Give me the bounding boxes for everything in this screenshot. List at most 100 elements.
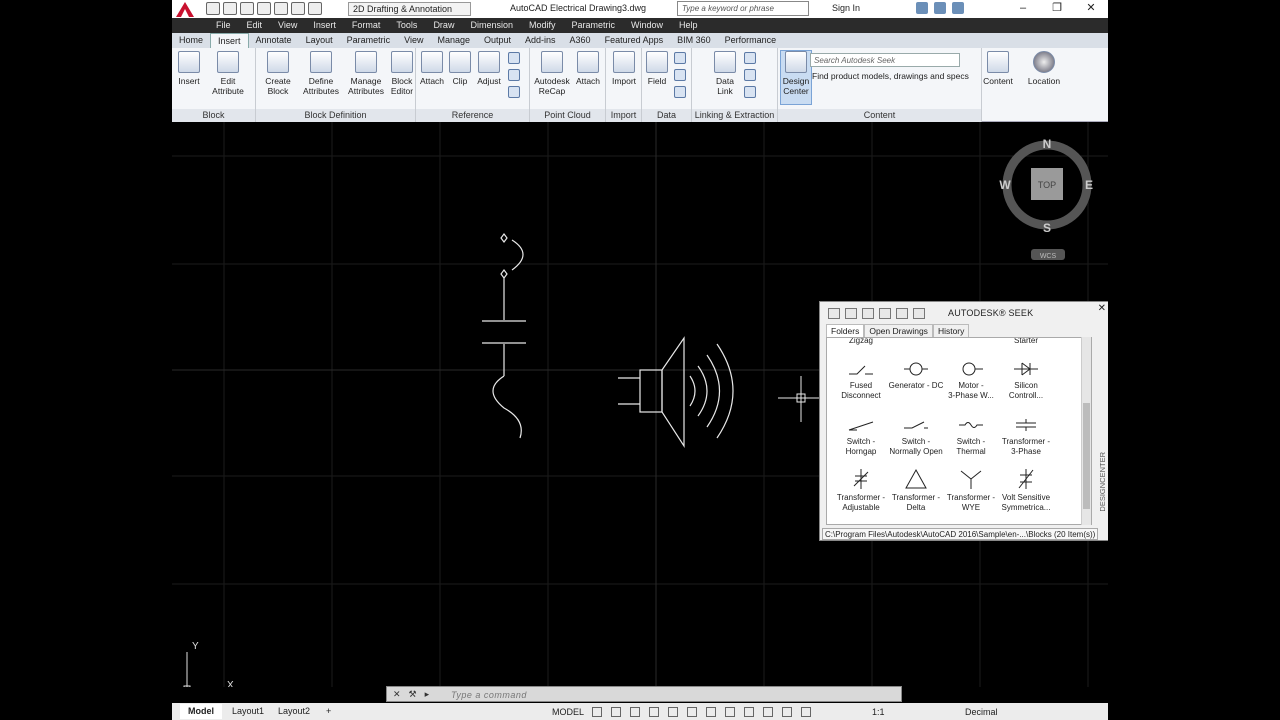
menu-draw[interactable]: Draw [425, 18, 462, 33]
close-icon[interactable]: ✕ [1074, 0, 1108, 18]
menu-format[interactable]: Format [344, 18, 389, 33]
tab-layout[interactable]: Layout [299, 33, 340, 48]
redo-icon[interactable] [308, 2, 322, 15]
dc-item-generator-dc[interactable]: Generator - DC [887, 360, 945, 391]
ortho-icon[interactable] [630, 707, 640, 717]
search-input[interactable]: Type a keyword or phrase [677, 1, 809, 16]
load-icon[interactable] [828, 307, 840, 319]
palette-close-icon[interactable]: ✕ [1098, 303, 1106, 314]
define-attributes-button[interactable]: Define Attributes [300, 51, 342, 96]
autodesk-seek-link[interactable]: AUTODESK® SEEK [948, 308, 1033, 318]
frames-icon[interactable] [508, 69, 520, 81]
new-icon[interactable] [206, 2, 220, 15]
design-center-button[interactable]: Design Center [780, 50, 812, 105]
data-link-button[interactable]: Data Link [712, 51, 738, 96]
customize-icon[interactable]: ⚒ [409, 689, 417, 700]
annotation-visibility-icon[interactable] [782, 707, 792, 717]
dc-item-silicon-controlled[interactable]: Silicon Controll... [997, 360, 1055, 400]
location-button[interactable]: Location [1024, 51, 1064, 86]
object-snap-tracking-icon[interactable] [687, 707, 697, 717]
dc-item-starter[interactable]: Starter [997, 338, 1055, 346]
lineweight-icon[interactable] [725, 707, 735, 717]
adjust-button[interactable]: Adjust [474, 51, 504, 86]
import-button[interactable]: Import [608, 51, 640, 86]
hyperlink-icon[interactable] [674, 86, 686, 98]
dc-item-fused-disconnect[interactable]: Fused Disconnect [832, 360, 890, 400]
workspace-dropdown[interactable]: 2D Drafting & Annotation [348, 2, 472, 16]
selection-cycling-icon[interactable] [763, 707, 773, 717]
search-icon[interactable] [896, 307, 908, 319]
save-icon[interactable] [240, 2, 254, 15]
tab-performance[interactable]: Performance [718, 33, 784, 48]
dc-item-transformer-adjustable[interactable]: Transformer - Adjustable [832, 468, 890, 512]
menu-parametric[interactable]: Parametric [564, 18, 624, 33]
add-layout-icon[interactable]: + [318, 704, 339, 719]
restore-icon[interactable]: ❐ [1040, 0, 1074, 18]
menu-help[interactable]: Help [671, 18, 706, 33]
manage-attributes-button[interactable]: Manage Attributes [344, 51, 388, 96]
grid-icon[interactable] [592, 707, 602, 717]
forward-icon[interactable] [862, 307, 874, 319]
attach-button[interactable]: Attach [418, 51, 446, 86]
snap-underlays-icon[interactable] [508, 86, 520, 98]
ole-object-icon[interactable] [674, 69, 686, 81]
tab-add-ins[interactable]: Add-ins [518, 33, 563, 48]
tab-view[interactable]: View [397, 33, 430, 48]
units-dropdown[interactable]: Decimal [965, 707, 998, 717]
tab-annotate[interactable]: Annotate [249, 33, 299, 48]
tab-output[interactable]: Output [477, 33, 518, 48]
dc-tab-history[interactable]: History [932, 324, 970, 337]
dc-item-motor-3phase[interactable]: Motor - 3-Phase W... [942, 360, 1000, 400]
dc-item-switch-thermal[interactable]: Switch - Thermal [942, 416, 1000, 456]
exchange-icon[interactable] [916, 2, 928, 14]
open-icon[interactable] [223, 2, 237, 15]
back-icon[interactable] [845, 307, 857, 319]
tab-layout2[interactable]: Layout2 [270, 704, 318, 719]
tab-layout1[interactable]: Layout1 [224, 704, 272, 719]
polar-icon[interactable] [649, 707, 659, 717]
tab-home[interactable]: Home [172, 33, 210, 48]
tab-bim360[interactable]: BIM 360 [670, 33, 718, 48]
sign-in-button[interactable]: Sign In [832, 3, 860, 13]
tab-manage[interactable]: Manage [430, 33, 477, 48]
command-input[interactable]: Type a command [451, 690, 527, 700]
clip-button[interactable]: Clip [448, 51, 472, 86]
update-fields-icon[interactable] [674, 52, 686, 64]
dc-tab-open-drawings[interactable]: Open Drawings [864, 324, 933, 337]
dc-item-switch-horngap[interactable]: Switch - Horngap [832, 416, 890, 456]
insert-button[interactable]: Insert [176, 51, 202, 86]
block-editor-button[interactable]: Block Editor [388, 51, 416, 96]
underlay-layers-icon[interactable] [508, 52, 520, 64]
panel-label-block[interactable]: Block [172, 109, 255, 122]
tab-a360[interactable]: A360 [563, 33, 598, 48]
capacitor-symbol[interactable] [482, 233, 526, 439]
isodraft-icon[interactable] [668, 707, 678, 717]
menu-view[interactable]: View [270, 18, 305, 33]
plot-icon[interactable] [274, 2, 288, 15]
dc-item-zigzag[interactable]: Zigzag [832, 338, 890, 346]
upload-icon[interactable] [744, 69, 756, 81]
object-snap-icon[interactable] [706, 707, 716, 717]
tab-parametric[interactable]: Parametric [340, 33, 398, 48]
menu-insert[interactable]: Insert [305, 18, 344, 33]
dc-item-volt-sensitive[interactable]: Volt Sensitive Symmetrica... [997, 468, 1055, 512]
minimize-icon[interactable]: – [1006, 0, 1040, 18]
autodesk-recap-button[interactable]: Autodesk ReCap [532, 51, 572, 96]
dc-item-transformer-3phase[interactable]: Transformer - 3-Phase [997, 416, 1055, 456]
menu-file[interactable]: File [208, 18, 239, 33]
transparency-icon[interactable] [744, 707, 754, 717]
close-icon[interactable]: ✕ [393, 689, 401, 700]
menu-tools[interactable]: Tools [388, 18, 425, 33]
extract-data-icon[interactable] [744, 52, 756, 64]
panel-label-block-definition[interactable]: Block Definition [256, 109, 415, 122]
attach-point-cloud-button[interactable]: Attach [574, 51, 602, 86]
menu-window[interactable]: Window [623, 18, 671, 33]
up-icon[interactable] [879, 307, 891, 319]
edit-attribute-button[interactable]: Edit Attribute [206, 51, 250, 96]
favorites-icon[interactable] [913, 307, 925, 319]
content-button[interactable]: Content [980, 51, 1016, 86]
a360-icon[interactable] [934, 2, 946, 14]
undo-icon[interactable] [291, 2, 305, 15]
speaker-symbol[interactable] [618, 336, 734, 449]
panel-label-reference[interactable]: Reference [416, 109, 529, 122]
